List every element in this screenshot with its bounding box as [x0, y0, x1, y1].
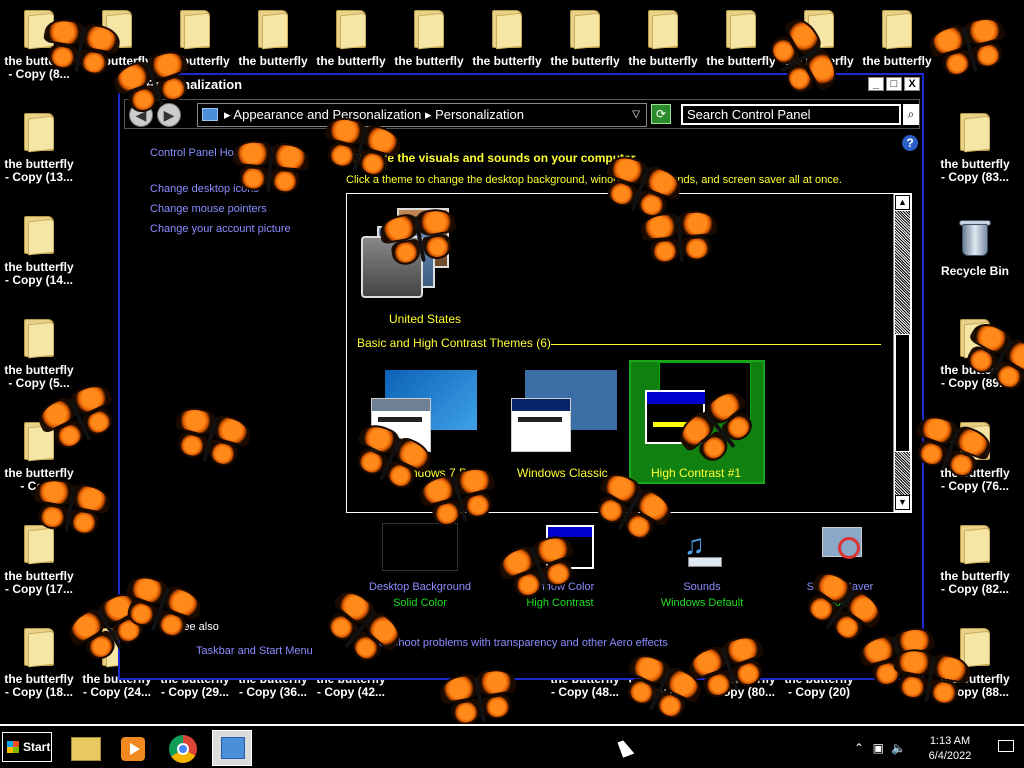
clock-date: 6/4/2022 — [928, 750, 972, 762]
folder-icon — [960, 525, 990, 565]
scroll-down-arrow-icon[interactable]: ▼ — [895, 495, 910, 510]
folder-icon — [414, 10, 444, 50]
desktop-file-label: the butterfly — [238, 55, 308, 68]
desktop-file-label: the butterfly — [550, 55, 620, 68]
butterfly-sprite — [228, 137, 313, 204]
folder-icon — [882, 10, 912, 50]
desktop-file-label: the butterfly — [628, 55, 698, 68]
recycle-bin-icon — [959, 218, 991, 258]
sounds-icon: ♫ — [664, 523, 740, 571]
volume-icon[interactable]: 🔈 — [891, 741, 906, 755]
address-bar[interactable]: ▸ Appearance and Personalization ▸ Perso… — [197, 103, 647, 127]
recycle-bin-label: Recycle Bin — [940, 265, 1010, 278]
minimize-button[interactable]: _ — [868, 77, 884, 91]
desktop-file-icon[interactable]: the butterfly - Copy (82... — [936, 515, 1014, 615]
desktop-file-label: the butterfly - Copy (14... — [4, 261, 74, 287]
folder-icon — [24, 628, 54, 668]
recycle-bin[interactable]: Recycle Bin — [936, 206, 1014, 306]
show-desktop-icon[interactable] — [998, 740, 1014, 752]
start-button[interactable]: Start — [2, 732, 52, 762]
breadcrumb: ▸ Appearance and Personalization ▸ Perso… — [224, 107, 524, 122]
group-divider — [551, 344, 881, 345]
desktop-file-label: the butterfly — [472, 55, 542, 68]
help-button[interactable]: ? — [902, 135, 918, 151]
butterfly-sprite — [885, 644, 974, 717]
group-label: Basic and High Contrast Themes (6) — [357, 336, 551, 350]
butterfly-sprite — [924, 11, 1017, 90]
desktop-file-label: the butterfly - Copy (13... — [4, 158, 74, 184]
desktop-file-icon[interactable]: the butterfly - Copy (13... — [0, 103, 78, 203]
clock[interactable]: 1:13 AM 6/4/2022 — [920, 734, 980, 764]
taskbar-start-menu-link[interactable]: Taskbar and Start Menu — [196, 645, 313, 657]
folder-icon — [336, 10, 366, 50]
change-mouse-pointers-link[interactable]: Change mouse pointers — [150, 203, 291, 215]
search-input[interactable]: Search Control Panel — [681, 104, 901, 125]
taskbar: Start ⌃ ▣ 🔈 1:13 AM 6/4/2022 — [0, 724, 1024, 768]
media-player-taskbar-icon[interactable] — [112, 730, 152, 766]
change-account-picture-link[interactable]: Change your account picture — [150, 223, 291, 235]
folder-icon — [570, 10, 600, 50]
butterfly-sprite — [638, 207, 723, 274]
desktop-file-label: the butterfly - Copy (18... — [4, 673, 74, 699]
maximize-button[interactable]: □ — [886, 77, 902, 91]
setting-title: Desktop Background — [368, 581, 472, 593]
theme-name: High Contrast #1 — [651, 466, 742, 480]
theme-name: United States — [389, 312, 462, 326]
desktop-background-link[interactable]: Desktop Background Solid Color — [350, 523, 490, 609]
folder-icon — [24, 216, 54, 256]
setting-title: Sounds — [683, 581, 721, 593]
control-panel-icon — [202, 108, 218, 121]
desktop-file-label: the butterfly - Copy (83... — [940, 158, 1010, 184]
windows-logo-icon — [7, 741, 19, 753]
theme-window-preview — [511, 398, 571, 452]
desktop-file-label: the butterfly — [862, 55, 932, 68]
folder-icon — [258, 10, 288, 50]
folder-icon — [492, 10, 522, 50]
search-icon[interactable]: ⌕ — [903, 104, 919, 125]
desktop-file-label: the butterfly - Copy (17... — [4, 570, 74, 596]
page-subtitle: Click a theme to change the desktop back… — [346, 174, 842, 186]
scroll-up-arrow-icon[interactable]: ▲ — [895, 195, 910, 210]
desktop-file-label: the butterfly - Copy (5... — [4, 364, 74, 390]
control-panel-taskbar-icon[interactable] — [212, 730, 252, 766]
scroll-thumb[interactable] — [895, 334, 910, 452]
screen-saver-icon — [802, 523, 878, 571]
breadcrumb-personalization[interactable]: Personalization — [435, 107, 524, 122]
folder-icon — [726, 10, 756, 50]
folder-icon — [180, 10, 210, 50]
desktop-file-label: the butterfly — [394, 55, 464, 68]
explorer-taskbar-icon[interactable] — [64, 730, 104, 766]
folder-icon — [648, 10, 678, 50]
network-icon[interactable]: ▣ — [873, 741, 884, 755]
desktop-file-label: the butterfly — [316, 55, 386, 68]
setting-value: Windows Default — [660, 597, 744, 609]
start-label: Start — [23, 740, 51, 754]
chevron-down-icon[interactable]: ▽ — [632, 104, 640, 126]
folder-icon — [24, 319, 54, 359]
clock-time: 1:13 AM — [929, 735, 971, 747]
desktop-file-icon[interactable]: the butterfly - Copy (14... — [0, 206, 78, 306]
desktop-file-icon[interactable]: the butterfly - Copy (83... — [936, 103, 1014, 203]
show-hidden-icons-icon[interactable]: ⌃ — [854, 741, 864, 755]
close-button[interactable]: X — [904, 77, 920, 91]
folder-icon — [24, 113, 54, 153]
chrome-taskbar-icon[interactable] — [162, 730, 202, 766]
desktop-file-label: the butterfly - Copy (82... — [940, 570, 1010, 596]
refresh-button[interactable]: ⟳ — [651, 104, 671, 124]
folder-icon — [960, 113, 990, 153]
